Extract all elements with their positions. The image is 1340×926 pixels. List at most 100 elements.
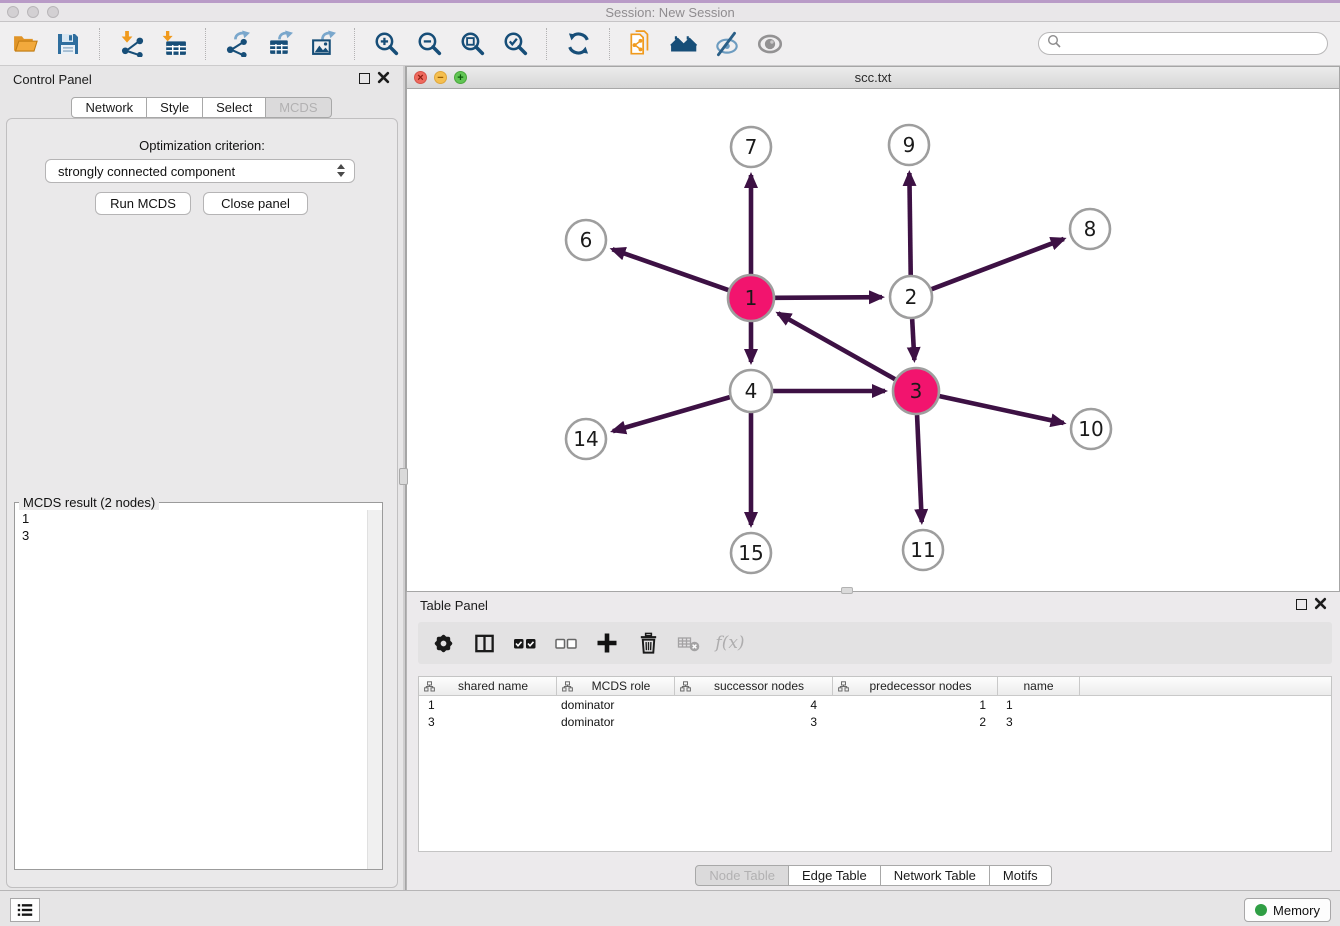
tab-network-table[interactable]: Network Table bbox=[880, 865, 990, 886]
table-cell[interactable]: 1 bbox=[419, 698, 557, 712]
refresh-icon[interactable] bbox=[563, 29, 593, 59]
zoom-selected-icon[interactable] bbox=[500, 29, 530, 59]
column-header-filler bbox=[1080, 677, 1331, 695]
table-cell[interactable]: dominator bbox=[557, 698, 675, 712]
import-table-icon[interactable] bbox=[159, 29, 189, 59]
export-network-icon[interactable] bbox=[222, 29, 252, 59]
optimization-criterion-label: Optimization criterion: bbox=[7, 138, 397, 153]
new-network-from-selection-icon[interactable] bbox=[626, 29, 656, 59]
table-panel-header: Table Panel bbox=[407, 592, 1340, 619]
zoom-out-icon[interactable] bbox=[414, 29, 444, 59]
column-type-icon bbox=[424, 681, 435, 692]
table-cell[interactable]: 3 bbox=[675, 715, 833, 729]
graph-node-label: 10 bbox=[1078, 417, 1103, 441]
delete-column-icon[interactable] bbox=[635, 631, 661, 655]
network-window-title: scc.txt bbox=[407, 70, 1339, 85]
float-table-panel-icon[interactable] bbox=[1296, 599, 1307, 610]
export-table-icon[interactable] bbox=[265, 29, 295, 59]
graph-edge-3-11[interactable] bbox=[917, 415, 922, 522]
table-panel-title: Table Panel bbox=[420, 598, 488, 613]
column-header-successor-nodes[interactable]: successor nodes bbox=[675, 677, 833, 695]
table-cell[interactable]: 1 bbox=[833, 698, 998, 712]
clear-checkboxes-icon[interactable] bbox=[553, 631, 579, 655]
main-toolbar bbox=[0, 22, 1340, 66]
graph-edge-2-3[interactable] bbox=[912, 319, 914, 360]
delete-table-icon[interactable] bbox=[676, 631, 702, 655]
home-icon[interactable] bbox=[669, 29, 699, 59]
graph-node-label: 9 bbox=[903, 133, 916, 157]
tab-network[interactable]: Network bbox=[71, 97, 147, 118]
save-session-icon[interactable] bbox=[53, 29, 83, 59]
search-box[interactable] bbox=[1038, 32, 1328, 55]
graph-edge-2-8[interactable] bbox=[932, 239, 1064, 289]
list-icon bbox=[16, 901, 34, 919]
optimization-criterion-select[interactable]: strongly connected component bbox=[45, 159, 355, 183]
function-builder-icon[interactable]: f(x) bbox=[717, 631, 743, 655]
mcds-panel: Optimization criterion: strongly connect… bbox=[6, 118, 398, 888]
tab-mcds[interactable]: MCDS bbox=[265, 97, 331, 118]
import-network-icon[interactable] bbox=[116, 29, 146, 59]
tab-motifs[interactable]: Motifs bbox=[989, 865, 1052, 886]
zoom-fit-icon[interactable] bbox=[457, 29, 487, 59]
table-row[interactable]: 3dominator323 bbox=[419, 713, 1331, 730]
graph-node-label: 1 bbox=[745, 286, 758, 310]
network-graph: 1234678910111415 bbox=[407, 89, 1339, 591]
table-row[interactable]: 1dominator411 bbox=[419, 696, 1331, 713]
column-header-shared-name[interactable]: shared name bbox=[419, 677, 557, 695]
add-column-icon[interactable] bbox=[594, 631, 620, 655]
graph-edge-2-9[interactable] bbox=[909, 173, 910, 275]
table-cell[interactable]: 3 bbox=[419, 715, 557, 729]
table-cell[interactable]: 2 bbox=[833, 715, 998, 729]
table-cell[interactable]: 4 bbox=[675, 698, 833, 712]
network-canvas[interactable]: 1234678910111415 bbox=[407, 89, 1339, 591]
export-image-icon[interactable] bbox=[308, 29, 338, 59]
open-session-icon[interactable] bbox=[10, 29, 40, 59]
hide-network-icon[interactable] bbox=[712, 29, 742, 59]
show-eye-icon[interactable] bbox=[755, 29, 785, 59]
table-settings-icon[interactable] bbox=[430, 631, 456, 655]
graph-node-label: 8 bbox=[1084, 217, 1097, 241]
graph-edge-4-14[interactable] bbox=[613, 397, 730, 431]
toolbar-separator bbox=[205, 28, 206, 60]
graph-node-label: 2 bbox=[905, 285, 918, 309]
zoom-in-icon[interactable] bbox=[371, 29, 401, 59]
toolbar-separator bbox=[99, 28, 100, 60]
search-input[interactable] bbox=[1066, 36, 1319, 51]
float-panel-icon[interactable] bbox=[359, 73, 370, 84]
graph-edge-3-10[interactable] bbox=[939, 396, 1063, 423]
column-header-name[interactable]: name bbox=[998, 677, 1080, 695]
close-table-panel-icon[interactable] bbox=[1314, 597, 1328, 611]
select-all-checkboxes-icon[interactable] bbox=[512, 631, 538, 655]
select-chevrons-icon bbox=[337, 164, 345, 177]
table-cell[interactable]: 1 bbox=[998, 698, 1080, 712]
graph-node-label: 4 bbox=[745, 379, 758, 403]
node-table: shared nameMCDS rolesuccessor nodesprede… bbox=[418, 676, 1332, 852]
close-panel-icon[interactable] bbox=[377, 71, 391, 85]
column-type-icon bbox=[680, 681, 691, 692]
network-window-titlebar: × − + scc.txt bbox=[407, 67, 1339, 89]
graph-edge-1-6[interactable] bbox=[612, 249, 728, 290]
table-toolbar: f(x) bbox=[418, 622, 1332, 664]
tab-node-table[interactable]: Node Table bbox=[695, 865, 789, 886]
column-header-MCDS-role[interactable]: MCDS role bbox=[557, 677, 675, 695]
graph-node-label: 3 bbox=[910, 379, 923, 403]
vertical-splitter-grip[interactable] bbox=[399, 468, 408, 485]
table-cell[interactable]: 3 bbox=[998, 715, 1080, 729]
horizontal-splitter-grip[interactable] bbox=[841, 587, 853, 594]
table-cell[interactable]: dominator bbox=[557, 715, 675, 729]
split-columns-icon[interactable] bbox=[471, 631, 497, 655]
selected-option: strongly connected component bbox=[58, 164, 235, 179]
table-panel-tabs: Node Table Edge Table Network Table Moti… bbox=[407, 865, 1340, 886]
graph-edge-1-2[interactable] bbox=[775, 297, 882, 298]
tab-edge-table[interactable]: Edge Table bbox=[788, 865, 881, 886]
run-mcds-button[interactable]: Run MCDS bbox=[95, 192, 191, 215]
tab-select[interactable]: Select bbox=[202, 97, 266, 118]
column-header-predecessor-nodes[interactable]: predecessor nodes bbox=[833, 677, 998, 695]
tab-style[interactable]: Style bbox=[146, 97, 203, 118]
graph-edge-3-1[interactable] bbox=[778, 313, 895, 379]
result-scrollbar[interactable] bbox=[367, 510, 382, 869]
app-titlebar: Session: New Session bbox=[0, 0, 1340, 22]
show-panels-button[interactable] bbox=[10, 898, 40, 922]
memory-button[interactable]: Memory bbox=[1244, 898, 1331, 922]
close-panel-button[interactable]: Close panel bbox=[203, 192, 308, 215]
